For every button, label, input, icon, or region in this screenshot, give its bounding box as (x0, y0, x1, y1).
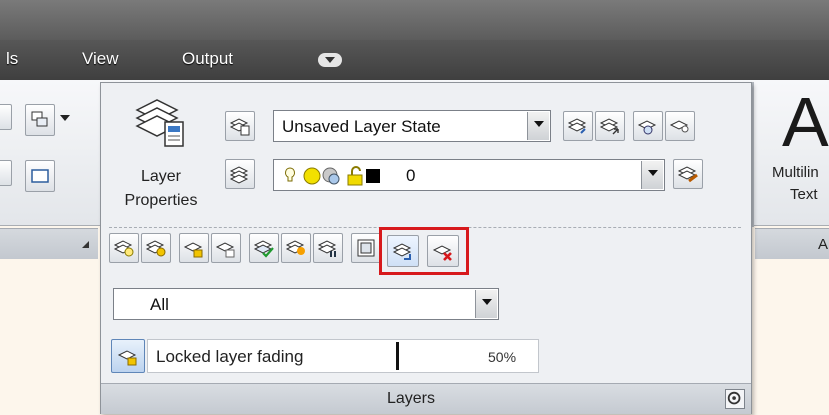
layer-on-button[interactable] (665, 111, 695, 141)
previous-layer-button[interactable] (563, 111, 593, 141)
ribbon-tab-bar: ls View Output (0, 40, 829, 81)
layer-isolate-button[interactable] (595, 111, 625, 141)
ribbon-options-dropdown[interactable] (318, 53, 342, 67)
layer-properties-label-2: Properties (124, 192, 198, 209)
layer-filter-dropdown[interactable]: All (113, 288, 499, 320)
layers-panel: Layer Properties Unsaved Layer State 0 A… (100, 82, 752, 414)
locked-layer-fading-toggle[interactable] (111, 339, 145, 373)
chevron-down-icon[interactable] (60, 115, 70, 121)
layer-lock-icon (183, 242, 203, 258)
layer-merge-icon (392, 243, 412, 260)
layer-freeze-button[interactable] (141, 233, 171, 263)
layer-isolate-icon (599, 118, 619, 135)
layers-panel-title: Layers (386, 390, 436, 407)
layer-previous-icon (567, 118, 587, 134)
layer-unlock-button[interactable] (211, 233, 241, 263)
layer-translate-icon (317, 240, 337, 257)
frame-icon (31, 169, 49, 183)
left-panel-title-bar (0, 228, 98, 259)
current-layer-dropdown[interactable]: 0 (273, 159, 665, 191)
layer-lock-button[interactable] (179, 233, 209, 263)
tab-view[interactable]: View (82, 49, 119, 69)
layer-off-icon (113, 240, 134, 257)
layer-properties-icon (135, 99, 184, 147)
layer-on-icon (669, 120, 689, 133)
match-layer-button[interactable] (673, 159, 703, 189)
locked-layer-fading-value: 50% (488, 349, 517, 365)
layer-settings-icon (637, 120, 657, 135)
tab-tools[interactable]: ls (6, 49, 18, 69)
fading-slider-handle[interactable] (396, 342, 399, 370)
annotation-panel-title-bar: A (755, 228, 829, 259)
layer-properties-button[interactable]: Layer Properties (111, 88, 211, 218)
cut-off-tool-button-2[interactable] (0, 160, 12, 186)
viewport-freeze-icon (357, 239, 375, 257)
layer-walk-button[interactable] (281, 233, 311, 263)
multiline-text-label-2: Text (790, 186, 818, 203)
arrange-tool-button[interactable] (25, 104, 55, 136)
layer-delete-icon (432, 245, 452, 261)
multiline-text-big-glyph[interactable]: A (782, 82, 829, 162)
make-object-layer-current-button[interactable] (225, 159, 255, 189)
layer-delete-button[interactable] (427, 235, 459, 267)
make-current-button[interactable] (249, 233, 279, 263)
chevron-down-icon (325, 57, 335, 63)
panel-separator (752, 82, 754, 227)
layer-filter-dropdown-button[interactable] (475, 290, 497, 318)
layer-filter-value: All (150, 295, 169, 314)
pin-icon (727, 391, 741, 405)
layer-unlock-icon (215, 242, 235, 258)
layer-states-manager-button[interactable] (225, 111, 255, 141)
multiline-text-label[interactable]: Multilin (772, 164, 819, 181)
layer-state-dropdown-button[interactable] (527, 112, 549, 140)
chevron-down-icon (648, 170, 658, 176)
layer-current-icon (229, 166, 249, 184)
layer-merge-button[interactable] (387, 235, 419, 267)
frame-tool-button[interactable] (25, 160, 55, 192)
layer-match-icon (677, 166, 698, 183)
layer-status-icons (285, 166, 380, 186)
panel-expand-icon[interactable] (82, 241, 89, 248)
arrange-icon (31, 111, 48, 127)
cut-off-tool-button[interactable] (0, 104, 12, 130)
chevron-down-icon (482, 299, 492, 305)
layer-properties-label: Layer (140, 168, 182, 185)
layer-state-dropdown[interactable]: Unsaved Layer State (273, 110, 551, 142)
locked-layer-fading-label: Locked layer fading (156, 347, 304, 366)
layer-off-button[interactable] (109, 233, 139, 263)
layer-translate-button[interactable] (313, 233, 343, 263)
title-bar (0, 0, 829, 40)
layer-freeze-icon (145, 240, 166, 257)
layers-panel-title-bar: Layers (101, 383, 751, 414)
layer-states-icon (229, 118, 250, 136)
locked-layer-icon (117, 350, 137, 366)
current-layer-name: 0 (406, 166, 416, 185)
locked-layer-fading-slider[interactable]: Locked layer fading 50% (147, 339, 539, 373)
layer-state-value: Unsaved Layer State (282, 117, 441, 136)
viewport-freeze-button[interactable] (351, 233, 381, 263)
annotation-panel-title: A (818, 236, 829, 253)
tab-output[interactable]: Output (182, 49, 233, 69)
layer-settings-button[interactable] (633, 111, 663, 141)
layer-walk-icon (285, 240, 305, 255)
pin-panel-button[interactable] (725, 389, 745, 409)
make-current-icon (253, 240, 274, 258)
chevron-down-icon (534, 121, 544, 127)
current-layer-dropdown-button[interactable] (641, 161, 663, 189)
